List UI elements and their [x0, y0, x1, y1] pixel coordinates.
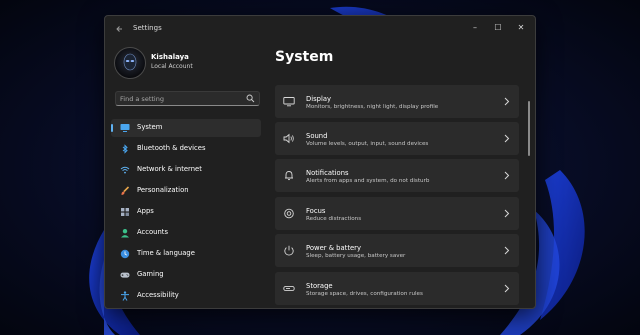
search-icon[interactable]: [246, 94, 255, 103]
close-button[interactable]: ✕: [511, 20, 531, 36]
sidebar-item-label: Accounts: [137, 228, 168, 236]
sidebar-item-personalization[interactable]: Personalization: [111, 182, 261, 200]
app-title: Settings: [133, 24, 162, 32]
minimize-button[interactable]: –: [465, 20, 485, 36]
sidebar-item-bluetooth[interactable]: Bluetooth & devices: [111, 140, 261, 158]
monitor-icon: [120, 124, 130, 132]
card-description: Reduce distractions: [306, 216, 362, 222]
wifi-icon: [120, 166, 130, 174]
globe-clock-icon: [120, 249, 130, 259]
bluetooth-icon: [122, 144, 128, 154]
card-description: Alerts from apps and system, do not dist…: [306, 178, 430, 184]
power-icon: [284, 245, 294, 256]
sidebar-item-time-language[interactable]: Time & language: [111, 245, 261, 263]
card-title: Power & battery: [306, 244, 361, 252]
sidebar-item-system[interactable]: System: [111, 119, 261, 137]
sidebar-item-label: Time & language: [137, 249, 195, 257]
focus-icon: [284, 208, 294, 219]
brush-icon: [121, 186, 130, 195]
sidebar-item-label: Bluetooth & devices: [137, 144, 206, 152]
sidebar-item-label: Gaming: [137, 270, 164, 278]
page-title: System: [275, 49, 334, 65]
maximize-button[interactable]: ☐: [488, 20, 508, 36]
card-description: Volume levels, output, input, sound devi…: [306, 141, 429, 147]
settings-window: Settings – ☐ ✕ Kishalaya Local Account S…: [104, 15, 536, 309]
alien-avatar-icon: [123, 53, 137, 71]
sidebar-item-label: Personalization: [137, 186, 189, 194]
card-title: Notifications: [306, 169, 349, 177]
storage-icon: [283, 285, 295, 292]
scrollbar[interactable]: [528, 101, 530, 156]
settings-card-display[interactable]: Display Monitors, brightness, night ligh…: [275, 85, 519, 118]
chevron-right-icon: [504, 134, 510, 143]
sidebar-item-label: Apps: [137, 207, 154, 215]
title-bar[interactable]: Settings – ☐ ✕: [105, 16, 535, 42]
person-icon: [121, 229, 129, 238]
card-description: Monitors, brightness, night light, displ…: [306, 104, 439, 110]
chevron-right-icon: [504, 171, 510, 180]
sidebar-item-accounts[interactable]: Accounts: [111, 224, 261, 242]
back-arrow-icon: [116, 26, 122, 32]
card-title: Sound: [306, 132, 328, 140]
chevron-right-icon: [504, 209, 510, 218]
settings-card-notifications[interactable]: Notifications Alerts from apps and syste…: [275, 159, 519, 192]
card-description: Storage space, drives, configuration rul…: [306, 291, 423, 297]
settings-card-storage[interactable]: Storage Storage space, drives, configura…: [275, 272, 519, 305]
sidebar-item-apps[interactable]: Apps: [111, 203, 261, 221]
chevron-right-icon: [504, 246, 510, 255]
card-description: Sleep, battery usage, battery saver: [306, 253, 406, 259]
settings-card-sound[interactable]: Sound Volume levels, output, input, soun…: [275, 122, 519, 155]
sidebar-item-label: Network & internet: [137, 165, 202, 173]
sidebar-item-gaming[interactable]: Gaming: [111, 266, 261, 284]
sidebar-item-network[interactable]: Network & internet: [111, 161, 261, 179]
active-indicator: [111, 124, 113, 132]
accessibility-icon: [121, 291, 129, 301]
avatar[interactable]: [114, 47, 146, 79]
sidebar-item-accessibility[interactable]: Accessibility: [111, 287, 261, 305]
settings-card-focus[interactable]: Focus Reduce distractions: [275, 197, 519, 230]
speaker-icon: [283, 133, 294, 144]
gamepad-icon: [120, 272, 130, 278]
settings-card-power-battery[interactable]: Power & battery Sleep, battery usage, ba…: [275, 234, 519, 267]
sidebar-item-label: System: [137, 123, 163, 131]
display-icon: [283, 97, 295, 107]
user-name: Kishalaya: [151, 53, 189, 61]
card-title: Focus: [306, 207, 326, 215]
card-title: Storage: [306, 282, 333, 290]
apps-icon: [121, 208, 129, 216]
search-box[interactable]: [115, 91, 260, 106]
chevron-right-icon: [504, 284, 510, 293]
bell-icon: [285, 171, 293, 181]
back-button[interactable]: [113, 22, 127, 36]
sidebar-item-label: Accessibility: [137, 291, 179, 299]
chevron-right-icon: [504, 97, 510, 106]
search-input[interactable]: [120, 92, 240, 105]
account-type: Local Account: [151, 63, 193, 70]
card-title: Display: [306, 95, 332, 103]
